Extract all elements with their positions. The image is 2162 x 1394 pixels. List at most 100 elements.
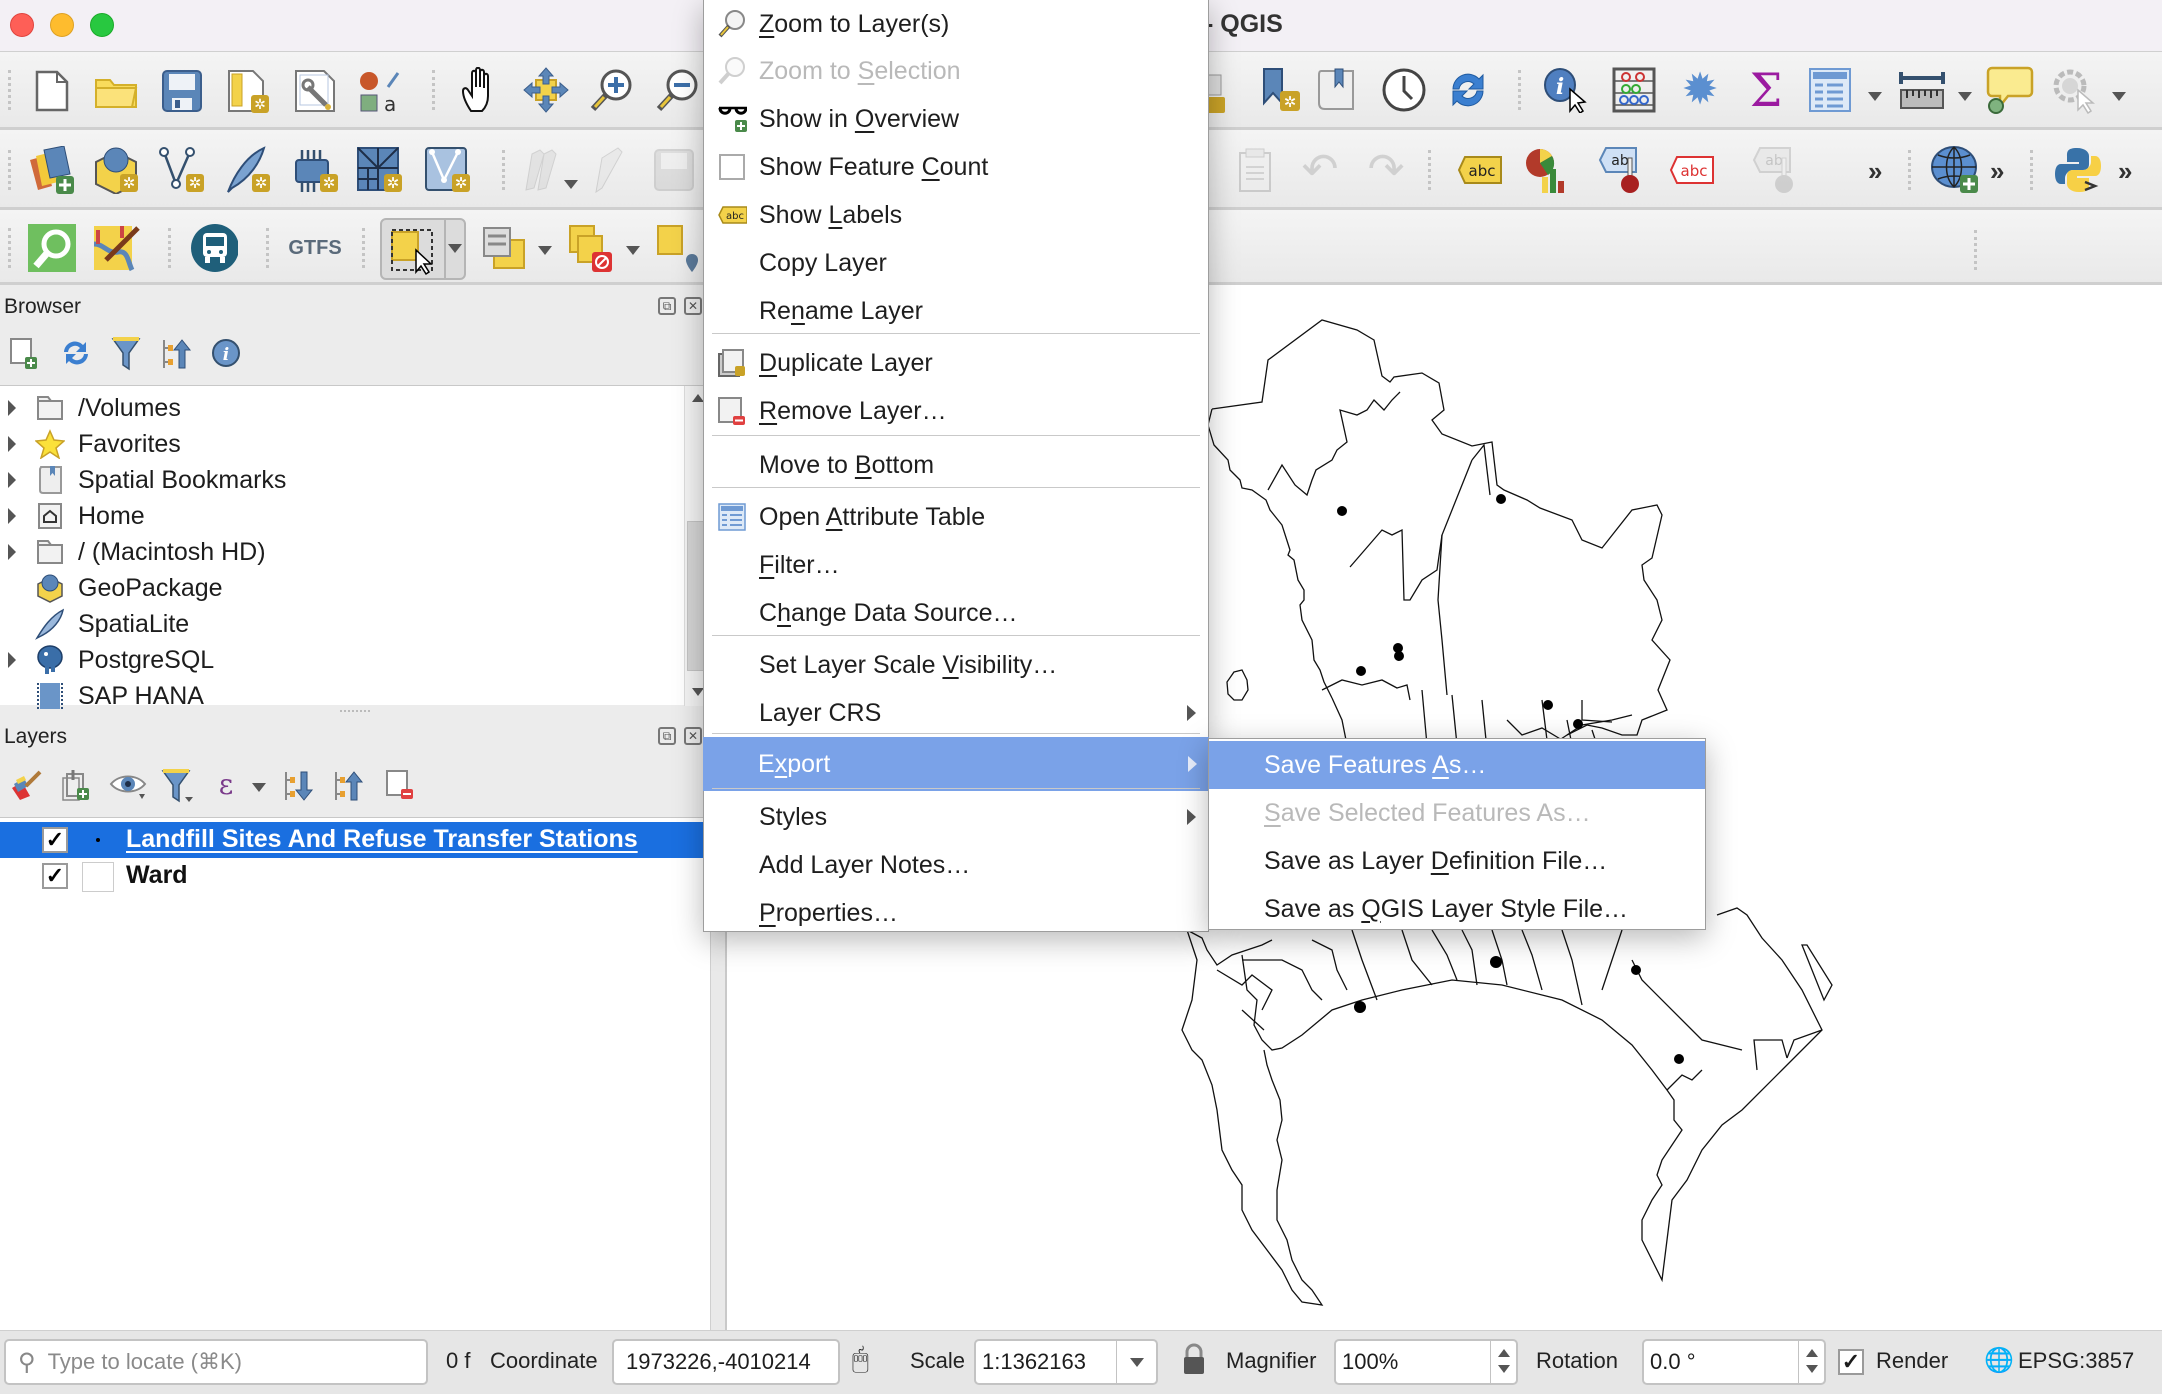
context-menu-item-properties[interactable]: Properties… [704, 889, 1208, 937]
step-up-icon[interactable] [1498, 1349, 1510, 1357]
label-tool-icon[interactable]: abc [1456, 146, 1504, 194]
select-by-location-icon[interactable] [656, 224, 704, 272]
highlight-pinned-labels-icon[interactable]: abc [1668, 146, 1716, 194]
browser-item[interactable]: SAP HANA [0, 678, 680, 714]
save-project-icon[interactable] [158, 67, 206, 115]
landfill-point[interactable] [1337, 506, 1347, 516]
new-print-layout-icon[interactable]: ✲ [225, 67, 273, 115]
context-menu-item-show-labels[interactable]: abc Show Labels [704, 191, 1208, 239]
toolbar-grip[interactable] [1974, 230, 1980, 270]
magnifier-stepper[interactable] [1490, 1341, 1516, 1383]
landfill-point[interactable] [1354, 1001, 1366, 1013]
chevron-down-icon[interactable] [538, 246, 552, 255]
new-geopackage-layer-icon[interactable]: ✲ [92, 146, 140, 194]
context-menu-item-export[interactable]: Export [703, 737, 1209, 791]
context-menu-item-open-attribute-table[interactable]: Open Attribute Table [704, 493, 1208, 541]
context-menu-item-move-to-bottom[interactable]: Move to Bottom [704, 441, 1208, 489]
zoom-window-button[interactable] [90, 13, 114, 37]
expand-all-icon[interactable] [278, 765, 318, 805]
rotation-spinbox[interactable]: 0.0 ° [1642, 1339, 1826, 1385]
style-manager-icon[interactable]: a [356, 67, 404, 115]
collapse-all-icon[interactable] [328, 765, 368, 805]
browser-item[interactable]: Spatial Bookmarks [0, 462, 680, 498]
statistical-summary-icon[interactable]: Σ [1742, 66, 1790, 114]
identify-icon[interactable]: i [1540, 66, 1588, 114]
pan-icon[interactable] [456, 66, 504, 114]
refresh-icon[interactable] [56, 333, 96, 373]
new-project-icon[interactable] [28, 67, 76, 115]
expand-arrow-icon[interactable] [8, 508, 16, 524]
layer-name[interactable]: Landfill Sites And Refuse Transfer Stati… [126, 825, 638, 854]
browser-item[interactable]: SpatiaLite [0, 606, 680, 642]
context-menu-item-zoom-to-layer-s[interactable]: Zoom to Layer(s) [704, 0, 1208, 48]
toolbar-grip[interactable] [1518, 70, 1524, 110]
landfill-point[interactable] [1674, 1054, 1684, 1064]
layer-item-ward[interactable]: ✓ Ward [0, 858, 710, 894]
step-up-icon[interactable] [1806, 1349, 1818, 1357]
undo-icon[interactable]: ↶ [1296, 146, 1344, 194]
run-action-icon[interactable] [2050, 66, 2098, 114]
toggle-editing-icon[interactable] [586, 146, 634, 194]
panel-resize-handle[interactable] [340, 710, 370, 714]
collapse-all-icon[interactable] [156, 333, 196, 373]
expand-arrow-icon[interactable] [8, 436, 16, 452]
context-menu-item-duplicate-layer[interactable]: Duplicate Layer [704, 339, 1208, 387]
map-tips-icon[interactable] [1986, 66, 2034, 114]
scale-dropdown-button[interactable] [1116, 1341, 1156, 1383]
save-edits-icon[interactable] [650, 146, 698, 194]
close-panel-button[interactable]: ✕ [684, 297, 702, 315]
toolbar-grip[interactable] [1908, 150, 1914, 190]
export-menu-item-save-features-as[interactable]: Save Features As… [1209, 741, 1705, 789]
toolbar-grip[interactable] [362, 228, 368, 268]
toolbar-grip[interactable] [168, 228, 174, 268]
new-virtual-layer-icon[interactable]: ✲ [292, 146, 340, 194]
redo-icon[interactable]: ↷ [1362, 146, 1410, 194]
close-panel-button[interactable]: ✕ [684, 727, 702, 745]
locator-search-icon[interactable] [28, 224, 76, 272]
export-menu-item-save-as-layer-definition-file[interactable]: Save as Layer Definition File… [1209, 837, 1705, 885]
toolbar-grip[interactable] [8, 70, 14, 110]
coordinate-field[interactable]: 1973226,-4010214 [612, 1339, 840, 1385]
show-bookmarks-icon[interactable] [1312, 66, 1360, 114]
context-menu-item-show-feature-count[interactable]: Show Feature Count [704, 143, 1208, 191]
browser-item[interactable]: Favorites [0, 426, 680, 462]
gtfs-icon[interactable]: GTFS [286, 224, 344, 272]
expand-arrow-icon[interactable] [8, 472, 16, 488]
pin-labels-icon[interactable]: ab [1598, 146, 1646, 194]
toolbar-grip[interactable] [266, 228, 272, 268]
toolbar-overflow-button[interactable]: » [2118, 156, 2132, 187]
mouse-toggle-extents-icon[interactable]: 🖱 [852, 1343, 869, 1376]
rotation-stepper[interactable] [1798, 1341, 1824, 1383]
toolbar-grip[interactable] [1428, 150, 1434, 190]
layer-name[interactable]: Ward [126, 861, 188, 890]
georeferencer-icon[interactable] [92, 224, 140, 272]
remove-layer-icon[interactable] [380, 765, 420, 805]
step-down-icon[interactable] [1806, 1365, 1818, 1373]
locator-search-input[interactable]: ⚲ Type to locate (⌘K) [4, 1339, 428, 1385]
toolbar-overflow-button[interactable]: » [1990, 156, 2004, 187]
measure-icon[interactable] [1898, 66, 1946, 114]
temporal-controller-icon[interactable] [1380, 66, 1428, 114]
filter-icon[interactable] [106, 333, 146, 373]
python-console-icon[interactable] [2054, 146, 2102, 194]
minimize-window-button[interactable] [50, 13, 74, 37]
zoom-in-icon[interactable] [588, 66, 636, 114]
select-by-attribute-icon[interactable] [480, 224, 528, 272]
deselect-features-icon[interactable] [568, 224, 616, 272]
new-bookmark-icon[interactable]: ✲ [1256, 66, 1304, 114]
open-project-icon[interactable] [92, 67, 140, 115]
chevron-down-icon[interactable] [1868, 92, 1882, 101]
toolbox-gear-icon[interactable]: ✹ [1676, 66, 1724, 114]
new-shapefile-layer-icon[interactable]: ✲ [158, 146, 206, 194]
context-menu-item-layer-crs[interactable]: Layer CRS [704, 689, 1208, 737]
landfill-point[interactable] [1490, 956, 1502, 968]
style-panel-icon[interactable] [6, 765, 46, 805]
gtfs-transit-icon[interactable] [190, 224, 238, 272]
close-window-button[interactable] [10, 13, 34, 37]
current-edits-icon[interactable] [520, 146, 568, 194]
render-checkbox[interactable]: ✓ [1838, 1349, 1864, 1375]
new-spatialite-layer-icon[interactable]: ✲ [224, 146, 272, 194]
float-panel-button[interactable]: ⧉ [658, 297, 676, 315]
attribute-calculator-icon[interactable] [1610, 66, 1658, 114]
open-attribute-table-icon[interactable] [1806, 66, 1854, 114]
